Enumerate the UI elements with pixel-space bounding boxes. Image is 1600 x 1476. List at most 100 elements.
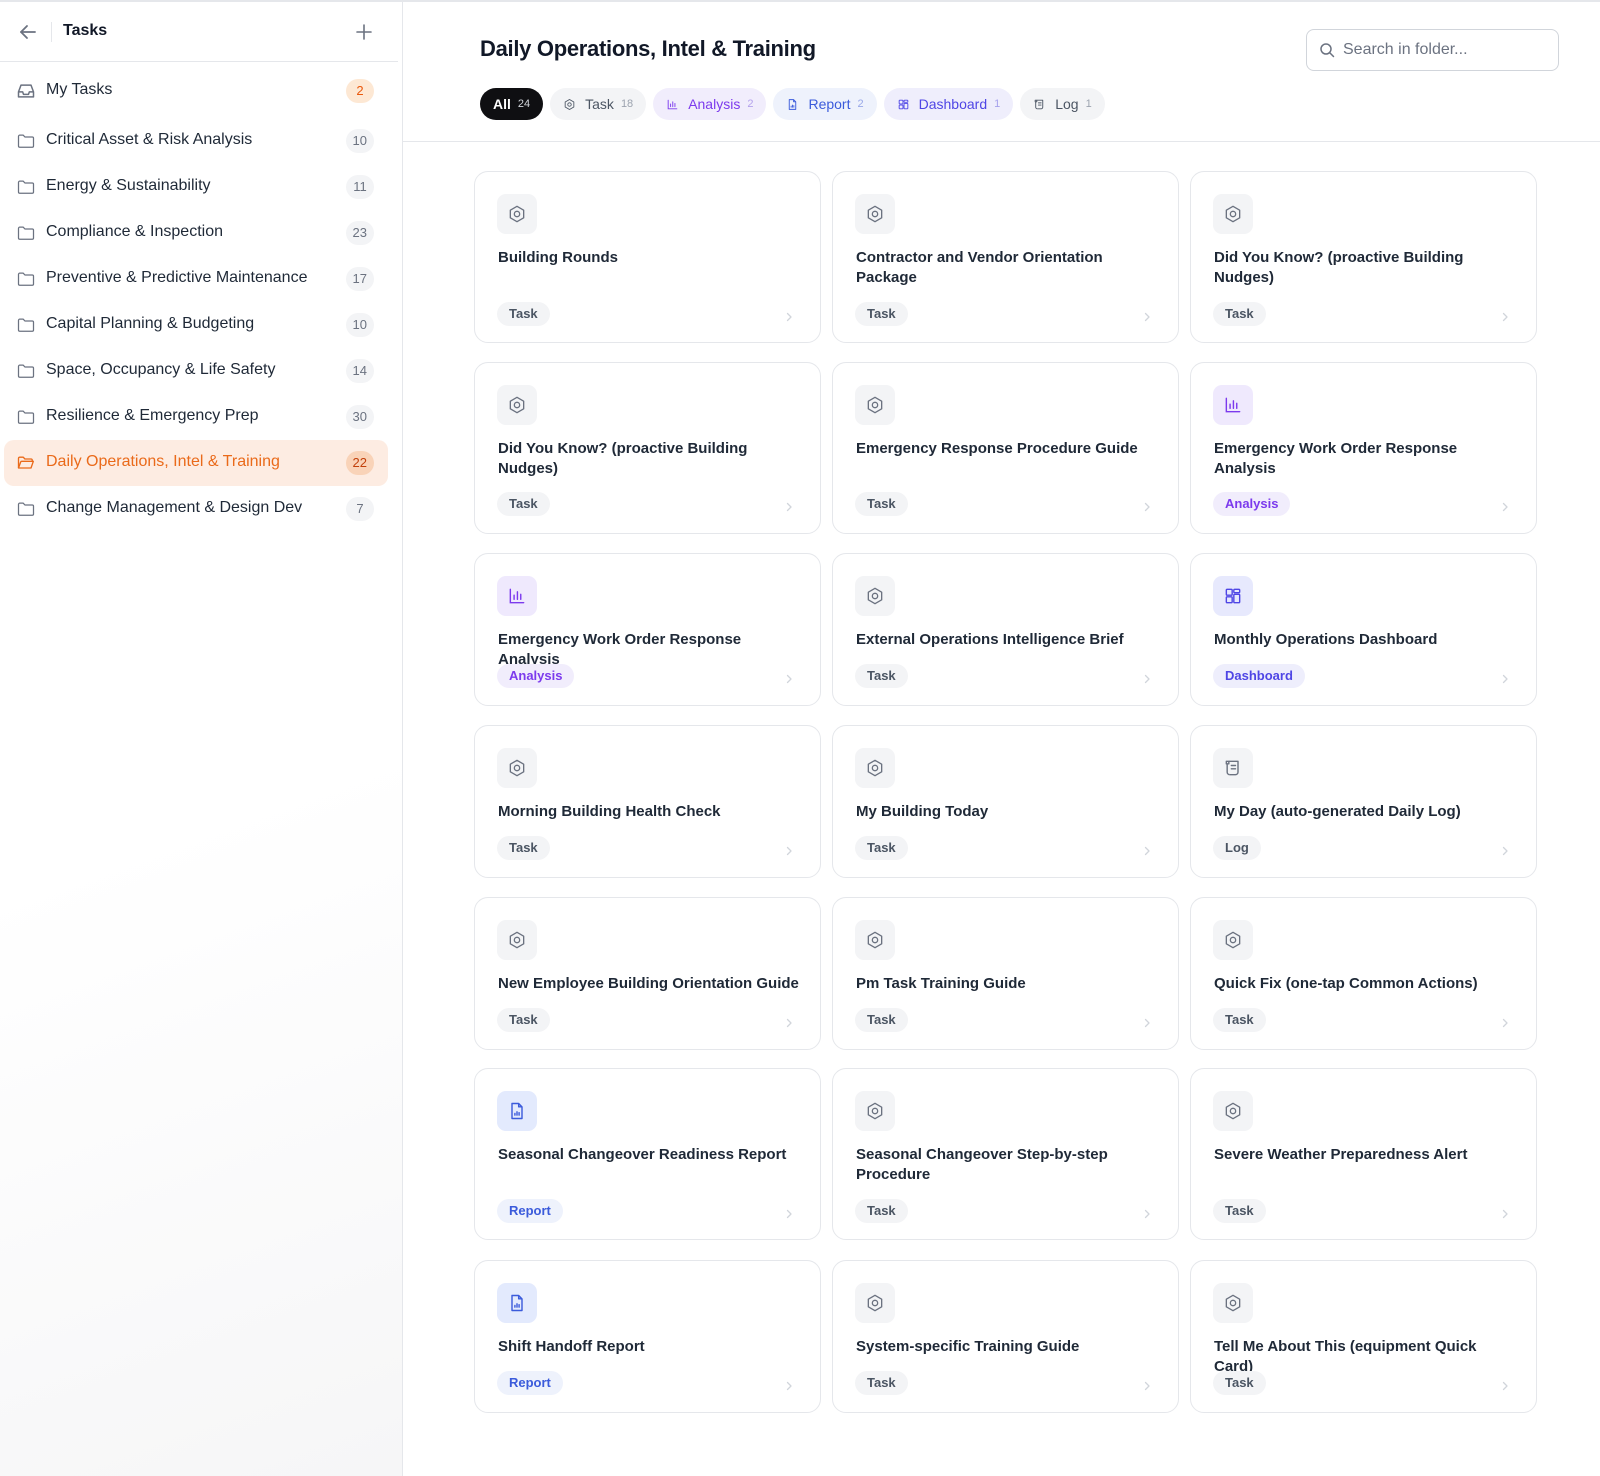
sidebar-item-folder[interactable]: Change Management & Design Dev 7 [4, 486, 388, 532]
sidebar-item-folder[interactable]: Energy & Sustainability 11 [4, 164, 388, 210]
sidebar-item-label: Capital Planning & Budgeting [46, 315, 255, 332]
task-icon [855, 194, 895, 234]
filter-chip-label: Analysis [688, 96, 741, 112]
filter-chip-label: Dashboard [918, 96, 988, 112]
filter-chip-label: Task [585, 96, 614, 112]
sidebar-item-my-tasks[interactable]: My Tasks 2 [4, 68, 388, 114]
add-icon[interactable] [352, 20, 376, 44]
card-title: External Operations Intelligence Brief [856, 631, 1124, 648]
task-card[interactable]: Did You Know? (proactive Building Nudges… [474, 362, 821, 534]
task-icon [497, 748, 537, 788]
type-badge: Task [855, 1371, 908, 1395]
chevron-right-icon [784, 1378, 794, 1391]
sidebar-item-folder[interactable]: Resilience & Emergency Prep 30 [4, 394, 388, 440]
app-window: Tasks My Tasks 2 Critical Asset & Risk A… [0, 0, 1600, 1476]
count-badge: 14 [345, 359, 374, 383]
sidebar: Tasks My Tasks 2 Critical Asset & Risk A… [0, 2, 403, 1476]
card-title: Seasonal Changeover Readiness Report [498, 1146, 787, 1163]
folder-icon [16, 177, 36, 197]
card-title: Contractor and Vendor Orientation Packag… [856, 249, 1103, 286]
task-icon [1213, 194, 1253, 234]
sidebar-item-folder[interactable]: Capital Planning & Budgeting 10 [4, 302, 388, 348]
type-badge: Report [497, 1371, 563, 1395]
task-icon [497, 920, 537, 960]
task-icon [855, 576, 895, 616]
task-card[interactable]: System-specific Training Guide Task [832, 1260, 1179, 1413]
chevron-right-icon [784, 309, 794, 322]
task-icon [1213, 1091, 1253, 1131]
folder-icon [16, 269, 36, 289]
filter-chip-all[interactable]: All 24 [480, 88, 544, 120]
task-card[interactable]: Pm Task Training Guide Task [832, 897, 1179, 1050]
filter-chip-dashboard[interactable]: Dashboard 1 [883, 88, 1014, 120]
chevron-right-icon [1142, 309, 1152, 322]
task-card[interactable]: Emergency Response Procedure Guide Task [832, 362, 1179, 534]
card-title: Emergency Response Procedure Guide [856, 440, 1138, 457]
type-badge: Task [497, 302, 550, 326]
sidebar-item-label: Change Management & Design Dev [46, 499, 303, 516]
task-card[interactable]: Tell Me About This (equipment Quick Card… [1190, 1260, 1537, 1413]
sidebar-item-folder[interactable]: Space, Occupancy & Life Safety 14 [4, 348, 388, 394]
task-card[interactable]: Contractor and Vendor Orientation Packag… [832, 171, 1179, 343]
search-input[interactable] [1343, 39, 1548, 61]
type-badge: Task [1213, 1008, 1266, 1032]
task-card[interactable]: My Building Today Task [832, 725, 1179, 878]
task-card[interactable]: My Day (auto-generated Daily Log) Log [1190, 725, 1537, 878]
chart-icon [1213, 385, 1253, 425]
folder-open-icon [16, 453, 36, 473]
sidebar-header: Tasks [0, 2, 398, 62]
filter-chip-analysis[interactable]: Analysis 2 [653, 88, 767, 120]
task-card[interactable]: Seasonal Changeover Readiness Report Repo… [474, 1068, 821, 1240]
task-card[interactable]: Did You Know? (proactive Building Nudges… [1190, 171, 1537, 343]
filter-chip-report[interactable]: Report 2 [773, 88, 877, 120]
task-icon [497, 194, 537, 234]
back-arrow-icon[interactable] [16, 20, 40, 44]
count-badge: 10 [345, 313, 374, 337]
task-card[interactable]: Emergency Work Order Response Analysis An… [474, 553, 821, 706]
chevron-right-icon [1500, 1206, 1510, 1219]
task-card[interactable]: Emergency Work Order Response Analysis An… [1190, 362, 1537, 534]
sidebar-item-folder[interactable]: Critical Asset & Risk Analysis 10 [4, 118, 388, 164]
type-badge: Task [497, 836, 550, 860]
chevron-right-icon [1142, 843, 1152, 856]
type-badge: Task [855, 302, 908, 326]
card-title: My Building Today [856, 803, 989, 820]
count-badge: 23 [345, 221, 374, 245]
folder-icon [16, 131, 36, 151]
card-title: Did You Know? (proactive Building Nudges… [498, 440, 748, 477]
log-icon [1033, 98, 1046, 111]
type-badge: Task [1213, 302, 1266, 326]
sidebar-item-label: Daily Operations, Intel & Training [46, 453, 280, 470]
task-card[interactable]: Severe Weather Preparedness Alert Task [1190, 1068, 1537, 1240]
task-card[interactable]: Seasonal Changeover Step-by-step Procedu… [832, 1068, 1179, 1240]
task-card[interactable]: Quick Fix (one-tap Common Actions) Task [1190, 897, 1537, 1050]
search-icon [1319, 42, 1335, 58]
sidebar-item-label: Space, Occupancy & Life Safety [46, 361, 276, 378]
task-card[interactable]: New Employee Building Orientation Guide T… [474, 897, 821, 1050]
task-card[interactable]: Shift Handoff Report Report [474, 1260, 821, 1413]
main-header: Daily Operations, Intel & Training All 24… [403, 2, 1600, 142]
folder-icon [16, 361, 36, 381]
task-icon [1213, 1283, 1253, 1323]
task-card[interactable]: Monthly Operations Dashboard Dashboard [1190, 553, 1537, 706]
filter-chip-log[interactable]: Log 1 [1020, 88, 1105, 120]
sidebar-item-folder[interactable]: Compliance & Inspection 23 [4, 210, 388, 256]
task-card[interactable]: External Operations Intelligence Brief Ta… [832, 553, 1179, 706]
chevron-right-icon [1500, 499, 1510, 512]
chevron-right-icon [1142, 1206, 1152, 1219]
card-title: Building Rounds [498, 249, 618, 266]
search-box[interactable] [1306, 29, 1559, 71]
report-icon [786, 98, 799, 111]
chevron-right-icon [1500, 843, 1510, 856]
task-card[interactable]: Building Rounds Task [474, 171, 821, 343]
filter-chip-label: All [493, 96, 511, 112]
type-badge: Task [855, 1008, 908, 1032]
filter-chip-task[interactable]: Task 18 [550, 88, 647, 120]
header-divider [51, 22, 52, 42]
card-title: Seasonal Changeover Step-by-step Procedu… [856, 1146, 1108, 1183]
sidebar-item-folder[interactable]: Preventive & Predictive Maintenance 17 [4, 256, 388, 302]
type-badge: Report [497, 1199, 563, 1223]
chevron-right-icon [1142, 671, 1152, 684]
task-card[interactable]: Morning Building Health Check Task [474, 725, 821, 878]
sidebar-item-folder[interactable]: Daily Operations, Intel & Training 22 [4, 440, 388, 486]
